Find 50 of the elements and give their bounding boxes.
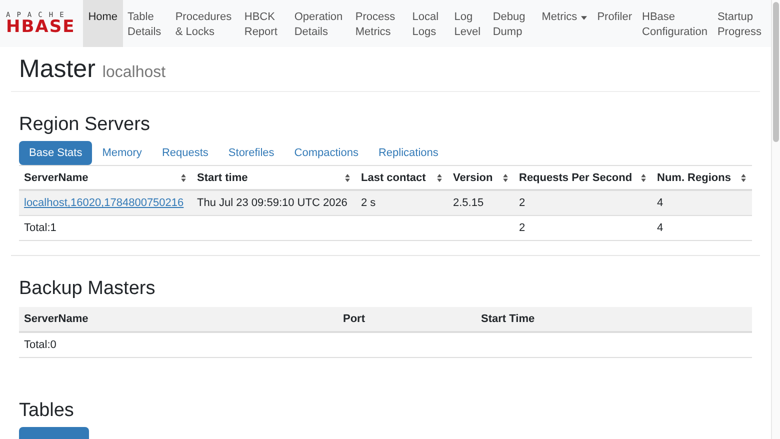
- sort-icon[interactable]: [345, 174, 350, 182]
- column-header[interactable]: ServerName: [24, 172, 88, 184]
- tab[interactable]: Replications: [368, 141, 448, 165]
- tab[interactable]: Requests: [152, 141, 218, 165]
- nav-link[interactable]: Profiler: [592, 0, 638, 47]
- table-cell: 2: [519, 222, 526, 234]
- section-title: Region Servers: [19, 114, 151, 136]
- nav-link[interactable]: Procedures & Locks: [170, 0, 240, 47]
- sort-icon[interactable]: [181, 174, 186, 182]
- nav-link[interactable]: HBase Configuration: [637, 0, 712, 47]
- caret-icon: [581, 16, 588, 20]
- nav-link[interactable]: Table Details: [122, 0, 170, 47]
- table-cell: 2 s: [361, 197, 376, 209]
- tab[interactable]: Storefiles: [218, 141, 284, 165]
- nav-link[interactable]: Home: [83, 0, 123, 47]
- table-cell: Total:1: [24, 222, 56, 234]
- table-cell: 4: [657, 197, 664, 209]
- nav-link[interactable]: Metrics: [536, 0, 592, 47]
- column-header[interactable]: ServerName: [24, 313, 88, 325]
- table-cell: 2.5.15: [453, 197, 484, 209]
- tab[interactable]: Compactions: [284, 141, 368, 165]
- column-header[interactable]: Num. Regions: [657, 172, 731, 184]
- column-header[interactable]: Port: [343, 313, 365, 325]
- nav-link[interactable]: Local Logs: [407, 0, 450, 47]
- sort-icon[interactable]: [437, 174, 442, 182]
- table-cell: Total:0: [24, 339, 56, 351]
- nav-link[interactable]: Operation Details: [289, 0, 350, 47]
- section-title: Backup Masters: [19, 278, 156, 300]
- nav-link[interactable]: Startup Progress: [712, 0, 772, 47]
- table-cell: Thu Jul 23 09:59:10 UTC 2026: [197, 197, 348, 209]
- sort-icon[interactable]: [741, 174, 746, 182]
- nav-link[interactable]: Debug Dump: [488, 0, 537, 47]
- sort-icon[interactable]: [641, 174, 646, 182]
- section-title: Tables: [19, 400, 75, 422]
- column-header[interactable]: Version: [453, 172, 493, 184]
- scrollbar[interactable]: [771, 0, 780, 439]
- tab[interactable]: Memory: [92, 141, 152, 165]
- column-header[interactable]: Start time: [197, 172, 248, 184]
- sort-icon[interactable]: [503, 174, 508, 182]
- nav-link[interactable]: Process Metrics: [350, 0, 408, 47]
- table-cell: 2: [519, 197, 526, 209]
- page-subtitle: localhost: [102, 64, 166, 82]
- nav-link[interactable]: HBCK Report: [239, 0, 290, 47]
- nav-link[interactable]: Log Level: [449, 0, 488, 47]
- tab[interactable]: Base Stats: [19, 141, 92, 165]
- column-header[interactable]: Last contact: [361, 172, 426, 184]
- column-header[interactable]: Start Time: [481, 313, 535, 325]
- table-cell: 4: [657, 222, 664, 234]
- column-header[interactable]: Requests Per Second: [519, 172, 632, 184]
- page-title: Master: [19, 55, 96, 84]
